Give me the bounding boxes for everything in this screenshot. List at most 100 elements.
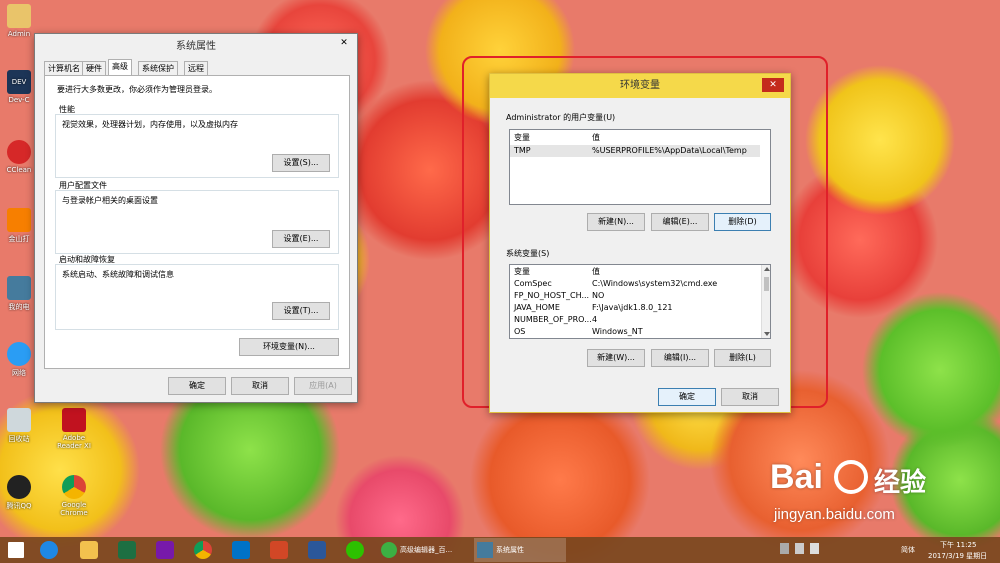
user-edit-button[interactable]: 编辑(E)... <box>651 213 709 231</box>
user-profiles-desc: 与登录帐户相关的桌面设置 <box>62 196 158 205</box>
file-explorer-icon[interactable] <box>80 541 98 559</box>
watermark-url: jingyan.baidu.com <box>774 506 895 523</box>
var-name: OS <box>514 327 526 336</box>
network-icon[interactable] <box>795 543 805 554</box>
user-vars-label: Administrator 的用户变量(U) <box>506 113 616 122</box>
paw-icon <box>834 460 868 494</box>
var-name: TMP <box>514 146 531 155</box>
network-icon <box>7 342 31 366</box>
desktop-icon-qq[interactable]: 腾讯QQ <box>4 475 34 511</box>
startup-settings-button[interactable]: 设置(T)... <box>272 302 330 320</box>
client-area: Administrator 的用户变量(U) 变量 值 TMP %USERPRO… <box>496 98 786 408</box>
desktop-icon-adobe-reader[interactable]: Adobe Reader XI <box>52 408 96 450</box>
computer-icon <box>477 542 493 558</box>
user-folder-icon <box>7 4 31 28</box>
word-icon[interactable] <box>308 541 326 559</box>
desktop-icon-typing[interactable]: 金山打 <box>4 208 34 244</box>
ie-icon <box>381 542 397 558</box>
shield-icon[interactable] <box>780 543 789 554</box>
user-var-row[interactable]: TMP %USERPROFILE%\AppData\Local\Temp <box>510 145 760 157</box>
system-var-row[interactable]: NUMBER_OF_PRO... 4 <box>510 314 760 326</box>
tab-advanced[interactable]: 高级 <box>108 59 132 75</box>
tab-strip: 计算机名 硬件 高级 系统保护 远程 <box>44 59 344 75</box>
ok-button[interactable]: 确定 <box>168 377 226 395</box>
system-properties-dialog: 系统属性 ✕ 计算机名 硬件 高级 系统保护 远程 要进行大多数更改，你必须作为… <box>34 33 358 403</box>
system-var-row[interactable]: ComSpec C:\Windows\system32\cmd.exe <box>510 278 760 290</box>
clock-date[interactable]: 2017/3/19 星期日 <box>928 551 987 561</box>
apply-button[interactable]: 应用(A) <box>294 377 352 395</box>
volume-icon[interactable] <box>810 543 820 554</box>
performance-group: 视觉效果，处理器计划，内存使用，以及虚拟内存 设置(S)... <box>55 114 339 178</box>
baidu-netdisk-icon[interactable] <box>40 541 58 559</box>
cancel-button[interactable]: 取消 <box>231 377 289 395</box>
desktop-icon-admin[interactable]: Admin <box>4 4 34 38</box>
user-delete-button[interactable]: 删除(D) <box>714 213 771 231</box>
user-new-button[interactable]: 新建(N)... <box>587 213 645 231</box>
system-var-row[interactable]: OS Windows_NT <box>510 326 760 338</box>
excel-icon[interactable] <box>118 541 136 559</box>
column-header-value[interactable]: 值 <box>592 266 600 278</box>
close-button[interactable]: ✕ <box>335 36 353 50</box>
scrollbar-thumb[interactable] <box>764 277 769 291</box>
environment-variables-button[interactable]: 环境变量(N)... <box>239 338 339 356</box>
windows-start-icon[interactable] <box>8 542 24 558</box>
column-header-name[interactable]: 变量 <box>514 132 530 144</box>
var-value: NO <box>592 291 605 300</box>
tab-system-protection[interactable]: 系统保护 <box>138 61 178 75</box>
dialog-title: 环境变量 <box>620 80 660 91</box>
vertical-scrollbar[interactable] <box>761 265 770 338</box>
qq-icon <box>7 475 31 499</box>
desktop-icon-computer[interactable]: 我的电 <box>4 276 34 312</box>
taskbar-task-browser[interactable]: 高级编辑器_百... <box>378 538 470 562</box>
system-var-row[interactable]: FP_NO_HOST_CH... NO <box>510 290 760 302</box>
tab-hardware[interactable]: 硬件 <box>82 61 106 75</box>
powerpoint-icon[interactable] <box>270 541 288 559</box>
system-new-button[interactable]: 新建(W)... <box>587 349 645 367</box>
wechat-icon[interactable] <box>346 541 364 559</box>
baidu-watermark: Bai 经验 jingyan.baidu.com <box>770 458 980 528</box>
system-edit-button[interactable]: 编辑(I)... <box>651 349 709 367</box>
desktop-icon-devcpp[interactable]: DEV Dev-C <box>4 70 34 104</box>
user-vars-header: 变量 值 <box>510 132 770 144</box>
ccleaner-icon <box>7 140 31 164</box>
desktop-icon-recycle-bin[interactable]: 回收站 <box>4 408 34 444</box>
close-button[interactable]: ✕ <box>762 78 784 92</box>
scroll-down-icon[interactable] <box>764 332 770 336</box>
tab-remote[interactable]: 远程 <box>184 61 208 75</box>
user-vars-list[interactable]: 变量 值 TMP %USERPROFILE%\AppData\Local\Tem… <box>509 129 771 205</box>
tab-panel: 要进行大多数更改，你必须作为管理员登录。 性能 视觉效果，处理器计划，内存使用，… <box>44 75 350 369</box>
desktop-icon-chrome[interactable]: Google Chrome <box>52 475 96 517</box>
var-value: Windows_NT <box>592 327 643 336</box>
desktop-icon-ccleaner[interactable]: CClean <box>4 140 34 174</box>
watermark-brand: Bai <box>770 458 823 496</box>
system-delete-button[interactable]: 删除(L) <box>714 349 771 367</box>
performance-desc: 视觉效果，处理器计划，内存使用，以及虚拟内存 <box>62 120 238 129</box>
onenote-icon[interactable] <box>156 541 174 559</box>
startup-desc: 系统启动、系统故障和调试信息 <box>62 270 174 279</box>
tab-computer-name[interactable]: 计算机名 <box>44 61 84 75</box>
user-profiles-settings-button[interactable]: 设置(E)... <box>272 230 330 248</box>
ok-button[interactable]: 确定 <box>658 388 716 406</box>
var-name: JAVA_HOME <box>514 303 560 312</box>
admin-note: 要进行大多数更改，你必须作为管理员登录。 <box>57 85 217 94</box>
scroll-up-icon[interactable] <box>764 267 770 271</box>
taskbar-task-system-properties[interactable]: 系统属性 <box>474 538 566 562</box>
desktop-icon-network[interactable]: 网络 <box>4 342 34 378</box>
column-header-name[interactable]: 变量 <box>514 266 530 278</box>
user-profiles-group: 与登录帐户相关的桌面设置 设置(E)... <box>55 190 339 254</box>
system-var-row[interactable]: JAVA_HOME F:\Java\jdk1.8.0_121 <box>510 302 760 314</box>
chrome-icon[interactable] <box>194 541 212 559</box>
taskbar: 高级编辑器_百... 系统属性 简体 下午 11:25 2017/3/19 星期… <box>0 537 1000 563</box>
cancel-button[interactable]: 取消 <box>721 388 779 406</box>
computer-icon <box>7 276 31 300</box>
input-method[interactable]: 简体 <box>901 545 915 555</box>
system-vars-header: 变量 值 <box>510 266 760 278</box>
performance-settings-button[interactable]: 设置(S)... <box>272 154 330 172</box>
outlook-icon[interactable] <box>232 541 250 559</box>
var-name: FP_NO_HOST_CH... <box>514 291 590 300</box>
clock-time[interactable]: 下午 11:25 <box>940 540 976 550</box>
var-value: %USERPROFILE%\AppData\Local\Temp <box>592 146 747 155</box>
var-name: NUMBER_OF_PRO... <box>514 315 592 324</box>
system-vars-list[interactable]: 变量 值 ComSpec C:\Windows\system32\cmd.exe… <box>509 264 771 339</box>
column-header-value[interactable]: 值 <box>592 132 600 144</box>
